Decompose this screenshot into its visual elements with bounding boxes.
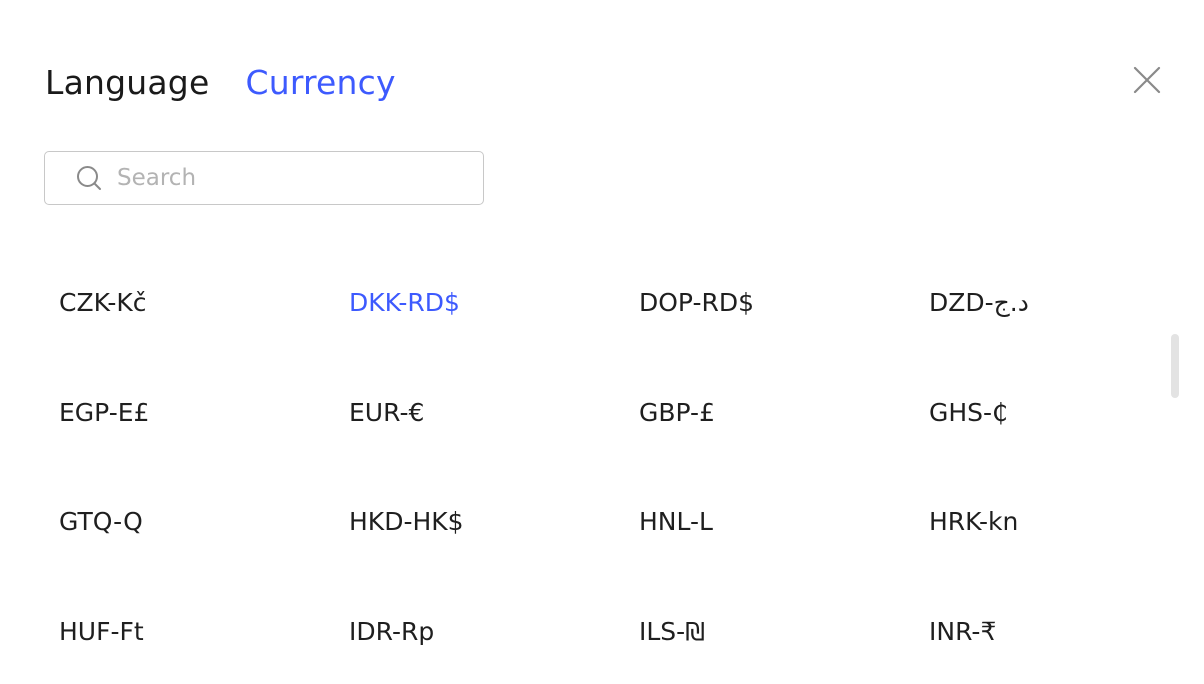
scrollbar-thumb[interactable] xyxy=(1171,334,1179,398)
currency-item-czk[interactable]: CZK-Kč xyxy=(59,275,349,385)
currency-item-hkd[interactable]: HKD-HK$ xyxy=(349,494,639,604)
currency-item-hrk[interactable]: HRK-kn xyxy=(929,494,1159,604)
close-icon xyxy=(1133,66,1161,94)
currency-item-gbp[interactable]: GBP-£ xyxy=(639,385,929,495)
search-box[interactable] xyxy=(44,151,484,205)
close-button[interactable] xyxy=(1131,64,1163,96)
currency-item-gtq[interactable]: GTQ-Q xyxy=(59,494,349,604)
currency-item-dzd[interactable]: DZD-د.ج xyxy=(929,275,1159,385)
currency-modal: Language Currency CZK-Kč DKK-RD$ DOP-RD$… xyxy=(0,0,1204,684)
currency-item-inr[interactable]: INR-₹ xyxy=(929,604,1159,684)
currency-item-huf[interactable]: HUF-Ft xyxy=(59,604,349,684)
currency-item-ghs[interactable]: GHS-₵ xyxy=(929,385,1159,495)
currency-item-dkk[interactable]: DKK-RD$ xyxy=(349,275,639,385)
search-input[interactable] xyxy=(117,165,457,191)
currency-item-hnl[interactable]: HNL-L xyxy=(639,494,929,604)
tab-currency[interactable]: Currency xyxy=(245,58,395,108)
currency-item-egp[interactable]: EGP-E£ xyxy=(59,385,349,495)
currency-list: CZK-Kč DKK-RD$ DOP-RD$ DZD-د.ج EGP-E£ EU… xyxy=(59,275,1159,684)
currency-item-eur[interactable]: EUR-€ xyxy=(349,385,639,495)
currency-item-dop[interactable]: DOP-RD$ xyxy=(639,275,929,385)
currency-item-idr[interactable]: IDR-Rp xyxy=(349,604,639,684)
modal-tabs: Language Currency xyxy=(45,58,396,108)
currency-item-ils[interactable]: ILS-₪ xyxy=(639,604,929,684)
search-icon xyxy=(77,166,101,190)
tab-language[interactable]: Language xyxy=(45,58,209,108)
